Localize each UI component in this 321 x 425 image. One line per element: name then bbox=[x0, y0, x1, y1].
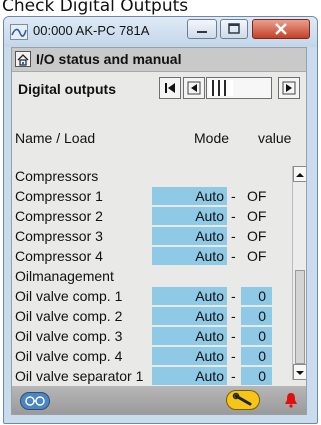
wave-icon bbox=[10, 24, 28, 40]
output-name: Oil valve comp. 4 bbox=[15, 348, 123, 364]
next-page-button[interactable] bbox=[278, 77, 300, 99]
mode-separator: - bbox=[231, 308, 236, 324]
group-heading: Oilmanagement bbox=[12, 266, 292, 286]
mode-field[interactable]: Auto bbox=[152, 307, 227, 325]
mode-separator: - bbox=[231, 288, 236, 304]
home-button[interactable] bbox=[15, 51, 31, 67]
column-header-name: Name / Load bbox=[15, 130, 96, 146]
first-page-icon bbox=[165, 83, 175, 93]
bell-icon[interactable] bbox=[284, 392, 298, 408]
mode-separator: - bbox=[231, 228, 236, 244]
output-row: Oil valve separator 1 Auto -0 bbox=[12, 366, 292, 386]
value-field[interactable]: 0 bbox=[241, 327, 272, 345]
mode-field[interactable]: Auto bbox=[152, 227, 227, 245]
window-title: 00:000 AK-PC 781A bbox=[33, 23, 150, 38]
page-position-bar[interactable] bbox=[206, 77, 272, 99]
mode-field[interactable]: Auto bbox=[152, 287, 227, 305]
output-name: Compressor 3 bbox=[15, 228, 103, 244]
page-tick bbox=[212, 80, 214, 96]
minimize-button[interactable] bbox=[187, 19, 217, 39]
mode-separator: - bbox=[231, 348, 236, 364]
mode-separator: - bbox=[231, 208, 236, 224]
minimize-icon bbox=[197, 31, 207, 33]
group-name: Compressors bbox=[15, 168, 99, 184]
output-name: Oil valve separator 1 bbox=[15, 368, 144, 384]
mode-field[interactable]: Auto bbox=[152, 207, 227, 225]
output-row: Oil valve comp. 1 Auto -0 bbox=[12, 286, 292, 306]
page-caption: Check Digital Outputs bbox=[2, 0, 189, 16]
value-field[interactable]: 0 bbox=[241, 347, 272, 365]
mode-field[interactable]: Auto bbox=[152, 367, 227, 385]
view-button[interactable] bbox=[20, 392, 50, 410]
page-tick bbox=[224, 80, 226, 96]
glasses-icon bbox=[25, 396, 45, 406]
output-row: Compressor 3 Auto - OF bbox=[12, 226, 292, 246]
section-label: Digital outputs bbox=[18, 81, 116, 97]
output-row: Oil valve comp. 4 Auto -0 bbox=[12, 346, 292, 366]
page-tick bbox=[218, 80, 220, 96]
value-field: OF bbox=[247, 188, 267, 204]
service-button[interactable] bbox=[226, 390, 260, 410]
page-title: I/O status and manual bbox=[36, 51, 182, 67]
wrench-icon bbox=[232, 392, 252, 406]
output-row: Compressor 1 Auto - OF bbox=[12, 186, 292, 206]
output-name: Oil valve comp. 3 bbox=[15, 328, 123, 344]
group-name: Oilmanagement bbox=[15, 268, 114, 284]
value-field[interactable]: 0 bbox=[241, 367, 272, 385]
mode-field[interactable]: Auto bbox=[152, 187, 227, 205]
value-field: OF bbox=[247, 228, 267, 244]
close-icon bbox=[275, 23, 287, 35]
close-button[interactable] bbox=[252, 19, 310, 39]
first-page-button[interactable] bbox=[159, 77, 181, 99]
mode-field[interactable]: Auto bbox=[152, 247, 227, 265]
output-name: Compressor 4 bbox=[15, 248, 103, 264]
group-heading: Compressors bbox=[12, 166, 292, 186]
mode-field[interactable]: Auto bbox=[152, 347, 227, 365]
arrow-down-icon bbox=[296, 371, 304, 375]
arrow-up-icon bbox=[296, 173, 304, 177]
status-footer bbox=[12, 386, 306, 414]
prev-page-button[interactable] bbox=[183, 77, 205, 99]
mode-separator: - bbox=[231, 328, 236, 344]
value-field[interactable]: 0 bbox=[241, 287, 272, 305]
maximize-button[interactable] bbox=[220, 19, 248, 39]
mode-separator: - bbox=[231, 368, 236, 384]
next-page-icon bbox=[282, 81, 296, 95]
mode-separator: - bbox=[231, 248, 236, 264]
column-header-value: value bbox=[258, 130, 292, 146]
scroll-up-button[interactable] bbox=[293, 166, 306, 182]
output-row: Oil valve comp. 2 Auto -0 bbox=[12, 306, 292, 326]
list-scrollbar[interactable] bbox=[292, 166, 306, 380]
io-panel: I/O status and manual Digital outputs Na… bbox=[11, 47, 307, 415]
output-row: Oil valve comp. 3 Auto -0 bbox=[12, 326, 292, 346]
scroll-thumb[interactable] bbox=[295, 270, 305, 364]
value-field: OF bbox=[247, 208, 267, 224]
output-row: Compressor 2 Auto - OF bbox=[12, 206, 292, 226]
prev-page-icon bbox=[187, 81, 201, 95]
home-icon bbox=[17, 54, 29, 66]
output-row: Compressor 4 Auto - OF bbox=[12, 246, 292, 266]
mode-field[interactable]: Auto bbox=[152, 327, 227, 345]
output-name: Oil valve comp. 1 bbox=[15, 288, 123, 304]
output-name: Oil valve comp. 2 bbox=[15, 308, 123, 324]
value-field[interactable]: 0 bbox=[241, 307, 272, 325]
title-bar[interactable]: 00:000 AK-PC 781A bbox=[4, 17, 317, 47]
column-header-mode: Mode bbox=[194, 130, 230, 146]
value-field: OF bbox=[247, 248, 267, 264]
scroll-down-button[interactable] bbox=[293, 364, 306, 380]
panel-header: I/O status and manual bbox=[12, 48, 306, 72]
output-name: Compressor 2 bbox=[15, 208, 103, 224]
mode-separator: - bbox=[231, 188, 236, 204]
output-name: Compressor 1 bbox=[15, 188, 103, 204]
app-window: 00:000 AK-PC 781A I/O status and manual … bbox=[3, 16, 318, 424]
maximize-icon bbox=[228, 23, 240, 34]
